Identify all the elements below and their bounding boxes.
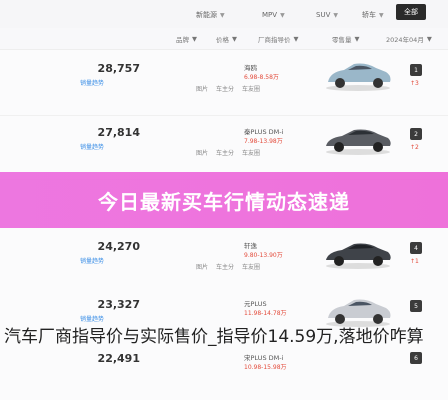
row-links: 图片 车主分 车友圈 [196, 84, 260, 93]
chevron-down-icon: ▼ [220, 11, 225, 19]
model-name[interactable]: 秦PLUS DM-i [244, 126, 283, 136]
rank-badge: 6 [410, 352, 422, 364]
link-community[interactable]: 车友圈 [242, 148, 260, 157]
sub-filter-retail[interactable]: 零售量 ▼ [332, 34, 360, 44]
filter-mpv[interactable]: MPV ▼ [262, 8, 285, 22]
rank-badge: 4 [410, 242, 422, 254]
link-owner-score[interactable]: 车主分 [216, 262, 234, 271]
sub-filter-brand[interactable]: 品牌 ▼ [176, 34, 197, 44]
row-links: 图片 车主分 车友圈 [196, 262, 260, 271]
car-image[interactable] [322, 58, 394, 92]
chevron-down-icon: ▼ [354, 35, 360, 43]
link-community[interactable]: 车友圈 [242, 84, 260, 93]
chevron-down-icon: ▼ [379, 11, 384, 19]
sales-count: 22,491 [97, 352, 140, 365]
link-community[interactable]: 车友圈 [242, 262, 260, 271]
model-price: 9.80-13.90万 [244, 252, 283, 259]
model-price: 11.98-14.78万 [244, 310, 287, 317]
model-name[interactable]: 宋PLUS DM-i [244, 352, 283, 362]
rank-trend: ↑2 [410, 144, 419, 151]
model-name[interactable]: 海鸥 [244, 62, 257, 72]
chevron-down-icon: ▼ [293, 35, 299, 43]
model-name[interactable]: 元PLUS [244, 298, 267, 308]
article-title[interactable]: 汽车厂商指导价与实际售价_指导价14.59万,落地价咋算 [4, 322, 444, 352]
model-price: 10.98-15.98万 [244, 364, 287, 371]
rank-trend: ↑3 [410, 80, 419, 87]
sales-trend-link[interactable]: 销量趋势 [80, 142, 120, 151]
filter-sedan[interactable]: 轿车 ▼ [362, 8, 384, 22]
chevron-down-icon: ▼ [333, 11, 338, 19]
table-row[interactable]: 22,491 宋PLUS DM-i 10.98-15.98万 6 [0, 348, 448, 400]
filter-bar: 新能源 ▼ MPV ▼ SUV ▼ 轿车 ▼ 全部 [0, 0, 448, 28]
promo-banner: 今日最新买车行情动态速递 [0, 172, 448, 228]
sub-filter-bar: 品牌 ▼ 价格 ▼ 厂商指导价 ▼ 零售量 ▼ 2024年04月 ▼ [0, 28, 448, 50]
link-owner-score[interactable]: 车主分 [216, 84, 234, 93]
car-image[interactable] [322, 122, 394, 156]
sub-filter-price[interactable]: 价格 ▼ [216, 34, 237, 44]
row-links: 图片 车主分 车友圈 [196, 148, 260, 157]
sub-filter-month[interactable]: 2024年04月 ▼ [386, 34, 432, 44]
sales-count: 23,327 [97, 298, 140, 311]
chevron-down-icon: ▼ [232, 35, 237, 43]
model-price: 7.98-13.98万 [244, 138, 283, 145]
table-row[interactable]: 24,270 销量趋势 轩逸 9.80-13.90万 图片 车主分 车友圈 4 … [0, 230, 448, 294]
filter-suv[interactable]: SUV ▼ [316, 8, 338, 22]
chevron-down-icon: ▼ [192, 35, 197, 43]
chevron-down-icon: ▼ [280, 11, 285, 19]
link-photos[interactable]: 图片 [196, 148, 208, 157]
all-button[interactable]: 全部 [396, 4, 426, 20]
sub-filter-msrp[interactable]: 厂商指导价 ▼ [258, 34, 299, 44]
filter-new-energy[interactable]: 新能源 ▼ [196, 8, 225, 22]
sales-count: 27,814 [97, 126, 140, 139]
link-owner-score[interactable]: 车主分 [216, 148, 234, 157]
banner-title: 今日最新买车行情动态速递 [98, 190, 350, 214]
model-price: 6.98-8.58万 [244, 74, 279, 81]
sales-trend-link[interactable]: 销量趋势 [80, 256, 120, 265]
sales-count: 28,757 [97, 62, 140, 75]
rank-badge: 5 [410, 300, 422, 312]
sales-count: 24,270 [97, 240, 140, 253]
rank-trend: ↑1 [410, 258, 419, 265]
table-row[interactable]: 28,757 销量趋势 海鸥 6.98-8.58万 图片 车主分 车友圈 1 ↑… [0, 52, 448, 116]
sales-trend-link[interactable]: 销量趋势 [80, 78, 120, 87]
rank-badge: 1 [410, 64, 422, 76]
model-name[interactable]: 轩逸 [244, 240, 257, 250]
link-photos[interactable]: 图片 [196, 84, 208, 93]
rank-badge: 2 [410, 128, 422, 140]
table-row[interactable]: 27,814 销量趋势 秦PLUS DM-i 7.98-13.98万 图片 车主… [0, 116, 448, 180]
car-image[interactable] [322, 236, 394, 270]
link-photos[interactable]: 图片 [196, 262, 208, 271]
chevron-down-icon: ▼ [426, 35, 432, 43]
